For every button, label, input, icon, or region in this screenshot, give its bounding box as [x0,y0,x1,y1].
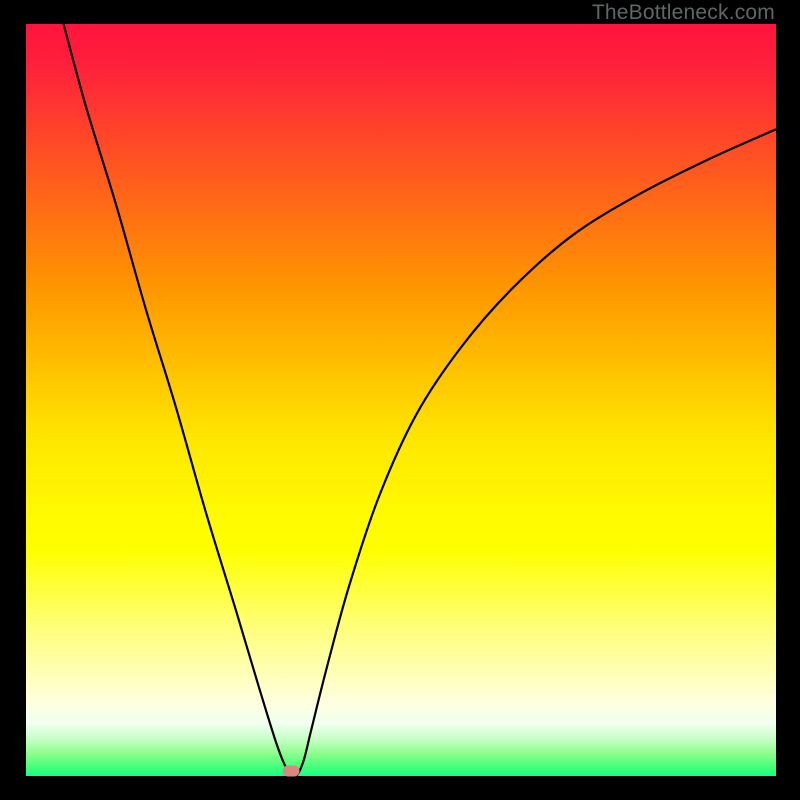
plot-background-gradient [26,24,776,776]
chart-frame: TheBottleneck.com [0,0,800,800]
watermark-text: TheBottleneck.com [592,1,775,25]
minimum-marker [282,765,299,776]
